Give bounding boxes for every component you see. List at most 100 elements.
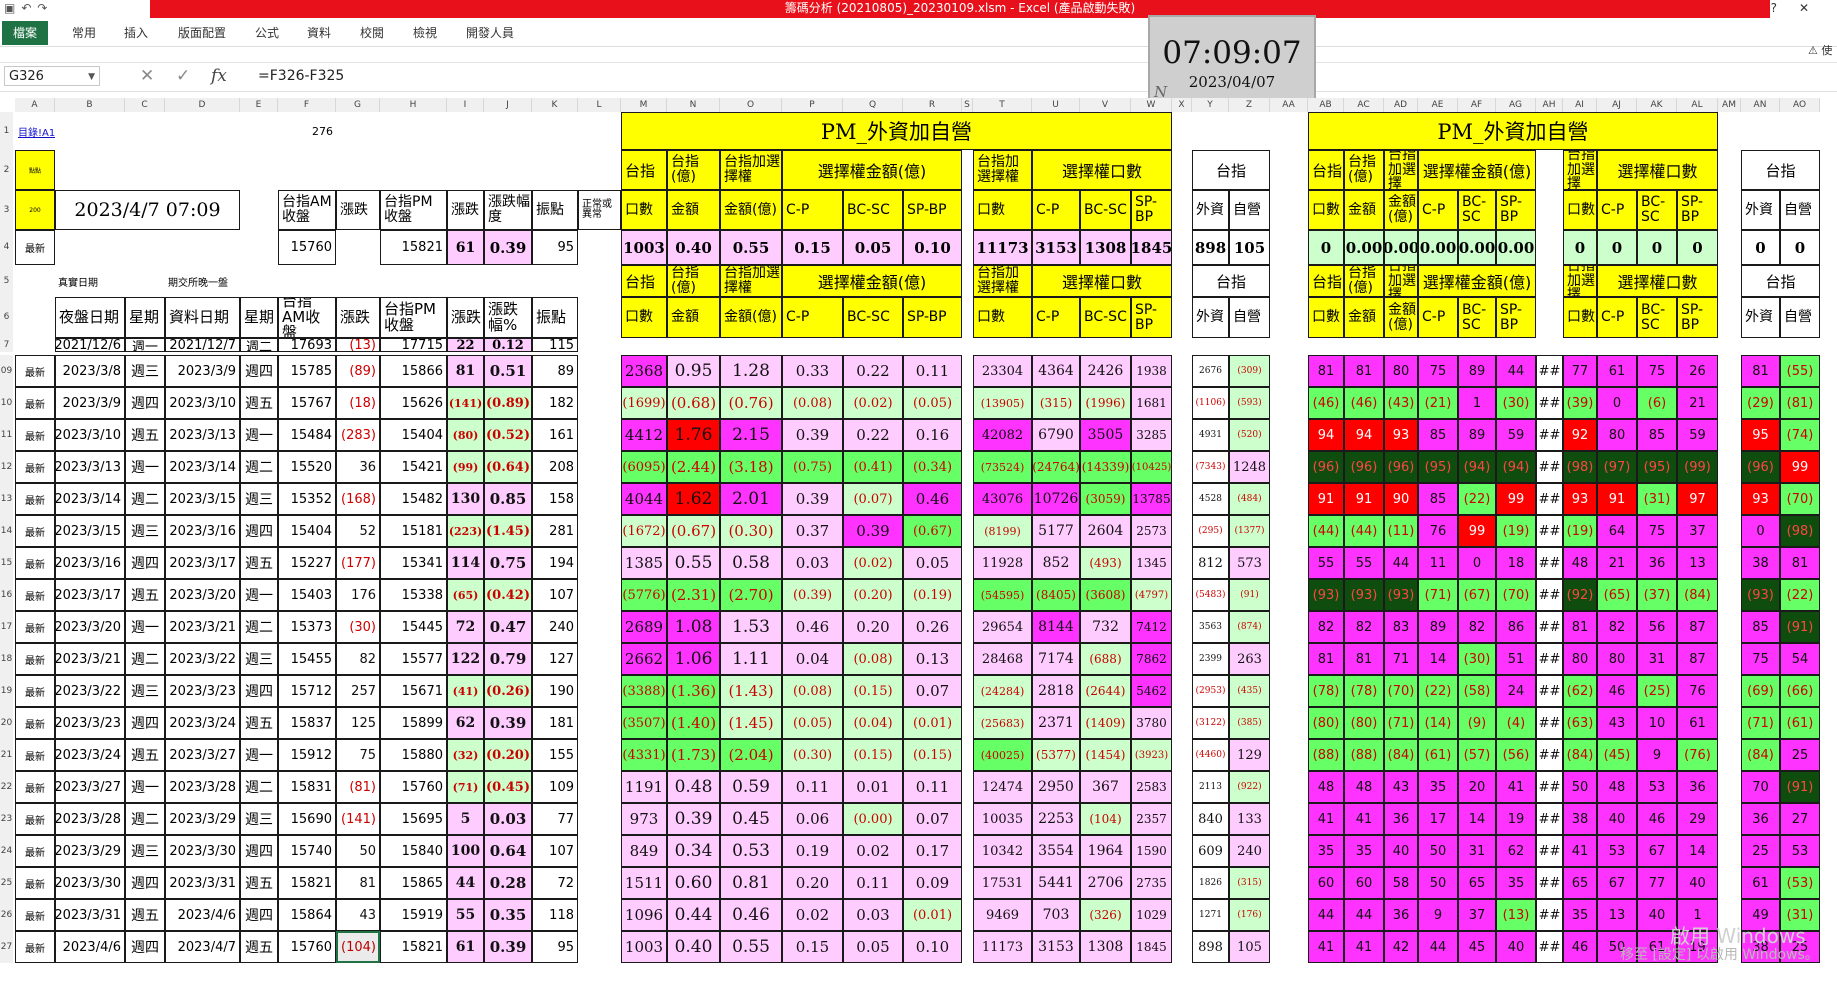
- score-ae[interactable]: 35: [1418, 771, 1458, 803]
- column-header-r[interactable]: R: [903, 98, 962, 112]
- pm-q[interactable]: 0.22: [843, 355, 903, 387]
- score-ag[interactable]: (56): [1496, 739, 1536, 771]
- pm-change[interactable]: 44: [447, 867, 484, 899]
- score-ah[interactable]: ##: [1536, 579, 1563, 611]
- row-header[interactable]: 4: [0, 230, 13, 265]
- header-g6[interactable]: 漲跌: [336, 297, 380, 338]
- am-change[interactable]: 257: [336, 675, 380, 707]
- pm-t[interactable]: (54595): [973, 579, 1032, 611]
- score-ae[interactable]: 17: [1418, 803, 1458, 835]
- chevron-down-icon[interactable]: ▼: [88, 67, 95, 87]
- hdr-y[interactable]: 外資: [1192, 297, 1229, 338]
- score-ac[interactable]: 81: [1344, 643, 1384, 675]
- night-date[interactable]: 2023/3/20: [55, 611, 125, 643]
- hdr-ak[interactable]: BC-SC: [1637, 297, 1677, 338]
- night-date[interactable]: 2023/3/30: [55, 867, 125, 899]
- header-b6[interactable]: 夜盤日期: [55, 297, 125, 338]
- am-change[interactable]: 125: [336, 707, 380, 739]
- score-ag[interactable]: 59: [1496, 419, 1536, 451]
- score-ao[interactable]: 25: [1780, 739, 1820, 771]
- row-status[interactable]: 最新: [15, 515, 55, 547]
- tab-developer[interactable]: 開發人員: [466, 24, 514, 41]
- night-date[interactable]: 2023/3/16: [55, 547, 125, 579]
- am-change[interactable]: (177): [336, 547, 380, 579]
- pm-p[interactable]: 0.11: [782, 771, 843, 803]
- pm-v[interactable]: 1964: [1080, 835, 1131, 867]
- cell-row7-e[interactable]: 週二: [240, 338, 278, 352]
- score-ad[interactable]: 40: [1384, 835, 1418, 867]
- weekday2[interactable]: 週五: [240, 547, 278, 579]
- am-close[interactable]: 15821: [278, 867, 336, 899]
- score-al[interactable]: (76): [1677, 739, 1718, 771]
- score-aj[interactable]: 91: [1597, 483, 1637, 515]
- score-ah[interactable]: ##: [1536, 867, 1563, 899]
- score-aj[interactable]: 40: [1597, 803, 1637, 835]
- data-date[interactable]: 2023/3/20: [165, 579, 240, 611]
- score-ab[interactable]: 41: [1308, 931, 1344, 963]
- row-header[interactable]: 20: [0, 707, 13, 739]
- score-ak[interactable]: 31: [1637, 643, 1677, 675]
- hdr-al[interactable]: SP-BP: [1677, 190, 1718, 230]
- pm-v[interactable]: (688): [1080, 643, 1131, 675]
- hdr-opt-contracts[interactable]: 選擇權口數: [1032, 150, 1172, 190]
- hdr-ao[interactable]: 自營: [1780, 297, 1820, 338]
- foreign-investor[interactable]: 609: [1192, 835, 1229, 867]
- score-ao[interactable]: (91): [1780, 611, 1820, 643]
- pm-close[interactable]: 15840: [380, 835, 447, 867]
- score-an[interactable]: 93: [1741, 483, 1780, 515]
- score-ag[interactable]: 99: [1496, 483, 1536, 515]
- pm-close[interactable]: 15626: [380, 387, 447, 419]
- score-ae[interactable]: 44: [1418, 931, 1458, 963]
- am-close[interactable]: 15404: [278, 515, 336, 547]
- weekday[interactable]: 週一: [125, 771, 165, 803]
- pm-p[interactable]: 0.06: [782, 803, 843, 835]
- am-close[interactable]: 15760: [278, 931, 336, 963]
- pm-change[interactable]: 100: [447, 835, 484, 867]
- row-status[interactable]: 最新: [15, 835, 55, 867]
- pm-o[interactable]: (2.04): [720, 739, 782, 771]
- cancel-icon[interactable]: ✕: [140, 66, 154, 86]
- pm-change-pct[interactable]: (0.52): [484, 419, 532, 451]
- row-header[interactable]: 2: [0, 150, 13, 190]
- score-an[interactable]: 0: [1741, 515, 1780, 547]
- column-header-l[interactable]: L: [578, 98, 621, 112]
- pm-change[interactable]: 130: [447, 483, 484, 515]
- swing-points[interactable]: 127: [532, 643, 578, 675]
- score-ad[interactable]: 42: [1384, 931, 1418, 963]
- pm-v[interactable]: (104): [1080, 803, 1131, 835]
- night-date[interactable]: 2023/3/31: [55, 899, 125, 931]
- cell-a2[interactable]: 點點: [15, 150, 55, 190]
- pm-n[interactable]: 1.76: [667, 419, 720, 451]
- column-header-y[interactable]: Y: [1192, 98, 1229, 112]
- foreign-investor[interactable]: 4931: [1192, 419, 1229, 451]
- pm-w[interactable]: 1681: [1131, 387, 1172, 419]
- hdr-taiex-plus-opt2[interactable]: 台指加選擇權: [973, 265, 1032, 297]
- hdr-ac[interactable]: 金額: [1344, 297, 1384, 338]
- pm-change-pct[interactable]: 0.75: [484, 547, 532, 579]
- dealer[interactable]: (593): [1229, 387, 1270, 419]
- column-header-k[interactable]: K: [532, 98, 578, 112]
- score-ae[interactable]: 50: [1418, 867, 1458, 899]
- score-af[interactable]: (67): [1458, 579, 1496, 611]
- weekday2[interactable]: 週三: [240, 483, 278, 515]
- swing-points[interactable]: 194: [532, 547, 578, 579]
- dealer[interactable]: (385): [1229, 707, 1270, 739]
- pm-t[interactable]: 12474: [973, 771, 1032, 803]
- hdr-o[interactable]: 金額(億): [720, 190, 782, 230]
- am-change[interactable]: (30): [336, 611, 380, 643]
- pm-o[interactable]: 1.53: [720, 611, 782, 643]
- score-ah[interactable]: ##: [1536, 515, 1563, 547]
- night-date[interactable]: 2023/3/28: [55, 803, 125, 835]
- score-ag[interactable]: 41: [1496, 771, 1536, 803]
- pm-v[interactable]: 3505: [1080, 419, 1131, 451]
- score-ai[interactable]: 46: [1563, 931, 1597, 963]
- score-ai[interactable]: (63): [1563, 707, 1597, 739]
- hdr-opt-contracts[interactable]: 選擇權口數: [1032, 265, 1172, 297]
- score-ah[interactable]: ##: [1536, 547, 1563, 579]
- swing-points[interactable]: 158: [532, 483, 578, 515]
- score-aj[interactable]: 46: [1597, 675, 1637, 707]
- score-af[interactable]: 65: [1458, 867, 1496, 899]
- score-af[interactable]: 14: [1458, 803, 1496, 835]
- pm-w[interactable]: 2573: [1131, 515, 1172, 547]
- pm-w[interactable]: 1938: [1131, 355, 1172, 387]
